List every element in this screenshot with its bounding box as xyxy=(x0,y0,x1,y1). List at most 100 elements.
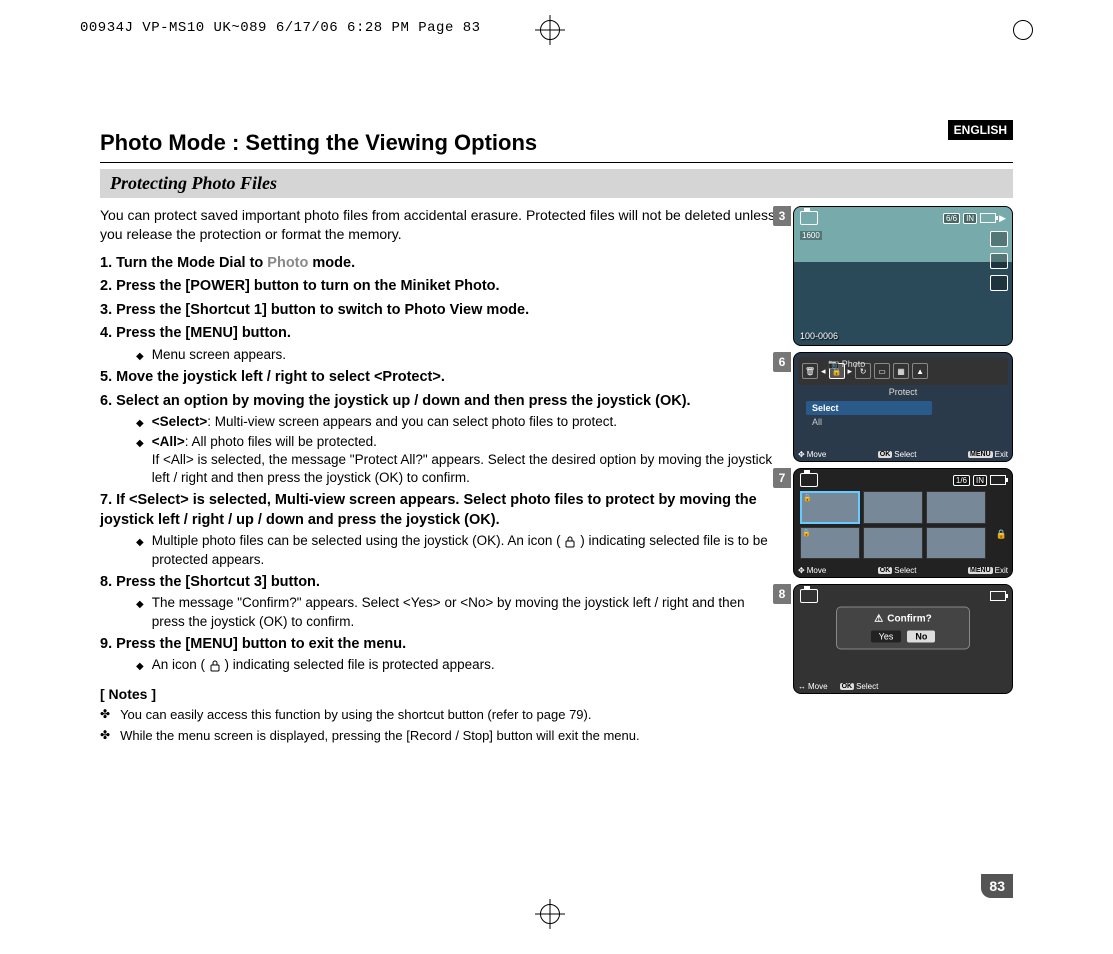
step-6-sub-2: ◆<All>: All photo files will be protecte… xyxy=(136,433,781,488)
step-9-sub-text-b: ) indicating selected file is protected … xyxy=(225,657,495,672)
step-7-sub: ◆ Multiple photo files can be selected u… xyxy=(136,532,781,568)
menu-option-all: All xyxy=(806,415,932,429)
step-4-sub: ◆Menu screen appears. xyxy=(136,346,781,364)
registration-mark-top xyxy=(540,20,560,40)
step-6-sub-2-extra: If <All> is selected, the message "Prote… xyxy=(152,452,772,485)
step-9: 9. Press the [MENU] button to exit the m… xyxy=(100,635,781,655)
thumb-2 xyxy=(863,491,923,524)
thumb-3 xyxy=(926,491,986,524)
side-lock-icon: 🔒 xyxy=(996,529,1007,540)
trash-icon xyxy=(990,275,1008,291)
step-6-sub-2-bold: <All> xyxy=(152,434,185,449)
instruction-column: You can protect saved important photo fi… xyxy=(100,206,793,748)
hint-move: ✥Move xyxy=(798,566,826,575)
tab-slideshow-icon: ▲ xyxy=(912,363,928,379)
screen-3-size: 1600 xyxy=(800,231,822,240)
screen-7: 1/6 IN 🔒 🔒 🔒 xyxy=(793,468,1013,578)
thumb-6 xyxy=(926,527,986,560)
confirm-text: Confirm? xyxy=(887,614,931,625)
step-4-sub-text: Menu screen appears. xyxy=(152,346,286,364)
hint-ok-select: OKSelect xyxy=(840,682,879,691)
language-tag: ENGLISH xyxy=(948,120,1013,140)
hint-move: ✥Move xyxy=(798,450,826,459)
thumb-5 xyxy=(863,527,923,560)
screen-badge-6: 6 xyxy=(773,352,791,372)
step-7: 7. If <Select> is selected, Multi-view s… xyxy=(100,491,781,530)
step-6-sub-1-text: : Multi-view screen appears and you can … xyxy=(207,414,617,429)
step-9-sub-text-a: An icon ( xyxy=(152,657,205,672)
tab-dpof-icon: ▦ xyxy=(893,363,909,379)
intro-text: You can protect saved important photo fi… xyxy=(100,206,781,244)
step-1-text-a: Turn the Mode Dial to xyxy=(116,255,267,271)
screen-3: 6/6 IN ▶ 1600 100-0006 xyxy=(793,206,1013,346)
thumbnail-grid: 🔒 🔒 xyxy=(800,491,986,559)
confirm-no: No xyxy=(907,631,935,643)
screen-8: ⚠ Confirm? Yes No ↔Move OKSelect xyxy=(793,584,1013,694)
screen-6-mode-label: 📷 Photo xyxy=(828,359,865,370)
step-1-num: 1. xyxy=(100,255,112,271)
registration-mark-top-right xyxy=(1013,20,1033,40)
step-1: 1. Turn the Mode Dial to Photo mode. xyxy=(100,254,781,274)
warning-icon: ⚠ xyxy=(874,614,883,625)
confirm-dialog: ⚠ Confirm? Yes No xyxy=(837,608,969,649)
note-2: ✤While the menu screen is displayed, pre… xyxy=(100,727,781,745)
print-job-header: 00934J VP-MS10 UK~089 6/17/06 6:28 PM Pa… xyxy=(80,20,481,36)
arrow-left-icon: ◂ xyxy=(821,366,826,377)
thumb-4: 🔒 xyxy=(800,527,860,560)
step-3: 3. Press the [Shortcut 1] button to swit… xyxy=(100,301,781,321)
step-1-text-b: mode. xyxy=(308,255,355,271)
thumb-1: 🔒 xyxy=(800,491,860,524)
section-subtitle: Protecting Photo Files xyxy=(100,169,1013,198)
camera-icon xyxy=(800,211,818,225)
step-8-sub-text: The message "Confirm?" appears. Select <… xyxy=(152,594,781,630)
play-icon: ▶ xyxy=(999,213,1006,224)
battery-icon xyxy=(990,475,1006,485)
screen-6-protect-label: Protect xyxy=(889,387,918,397)
note-1: ✤You can easily access this function by … xyxy=(100,706,781,724)
step-2: 2. Press the [POWER] button to turn on t… xyxy=(100,277,781,297)
battery-icon xyxy=(990,591,1006,601)
confirm-yes: Yes xyxy=(871,631,902,643)
step-8: 8. Press the [Shortcut 3] button. xyxy=(100,573,781,593)
tab-trash-icon: 🗑 xyxy=(802,363,818,379)
page-title: Photo Mode : Setting the Viewing Options xyxy=(100,130,1013,156)
multi-icon xyxy=(990,231,1008,247)
screen-badge-3: 3 xyxy=(773,206,791,226)
step-8-sub: ◆The message "Confirm?" appears. Select … xyxy=(136,594,781,630)
screen-7-counter: 1/6 xyxy=(953,475,970,486)
step-6-sub-1-bold: <Select> xyxy=(152,414,208,429)
lock-icon xyxy=(990,253,1008,269)
lock-icon xyxy=(564,536,576,548)
step-6-sub-1: ◆<Select>: Multi-view screen appears and… xyxy=(136,413,781,431)
step-5: 5. Move the joystick left / right to sel… xyxy=(100,368,781,388)
step-4: 4. Press the [MENU] button. xyxy=(100,324,781,344)
notes-heading: [ Notes ] xyxy=(100,685,781,704)
note-1-text: You can easily access this function by u… xyxy=(120,706,591,724)
screen-6: 🗑 ◂ 🔒 ▸ ↻ ▭ ▦ ▲ 📷 Photo Protect Select A… xyxy=(793,352,1013,462)
page-content: ENGLISH Photo Mode : Setting the Viewing… xyxy=(100,110,1013,894)
hint-menu-exit: MENUExit xyxy=(968,450,1008,459)
screen-3-counter: 6/6 xyxy=(943,213,960,224)
screen-7-in: IN xyxy=(973,475,987,486)
menu-option-select: Select xyxy=(806,401,932,415)
step-1-photo-word: Photo xyxy=(267,255,308,271)
screen-3-folder: 100-0006 xyxy=(800,331,838,341)
registration-mark-bottom xyxy=(540,904,560,924)
hint-ok-select: OKSelect xyxy=(878,566,917,575)
hint-ok-select: OKSelect xyxy=(878,450,917,459)
tab-resize-icon: ▭ xyxy=(874,363,890,379)
page-number: 83 xyxy=(981,874,1013,898)
screenshot-column: 3 6/6 IN ▶ 1600 xyxy=(793,206,1013,700)
step-9-sub: ◆ An icon ( ) indicating selected file i… xyxy=(136,656,781,674)
step-7-sub-text-a: Multiple photo files can be selected usi… xyxy=(152,533,561,548)
note-2-text: While the menu screen is displayed, pres… xyxy=(120,727,640,745)
lock-icon xyxy=(209,660,221,672)
screen-badge-7: 7 xyxy=(773,468,791,488)
hint-menu-exit: MENUExit xyxy=(968,566,1008,575)
screen-3-in: IN xyxy=(963,213,977,224)
step-6: 6. Select an option by moving the joysti… xyxy=(100,392,781,412)
camera-icon xyxy=(800,473,818,487)
hint-move: ↔Move xyxy=(798,682,828,691)
step-6-sub-2-text: : All photo files will be protected. xyxy=(185,434,377,449)
title-rule xyxy=(100,162,1013,163)
